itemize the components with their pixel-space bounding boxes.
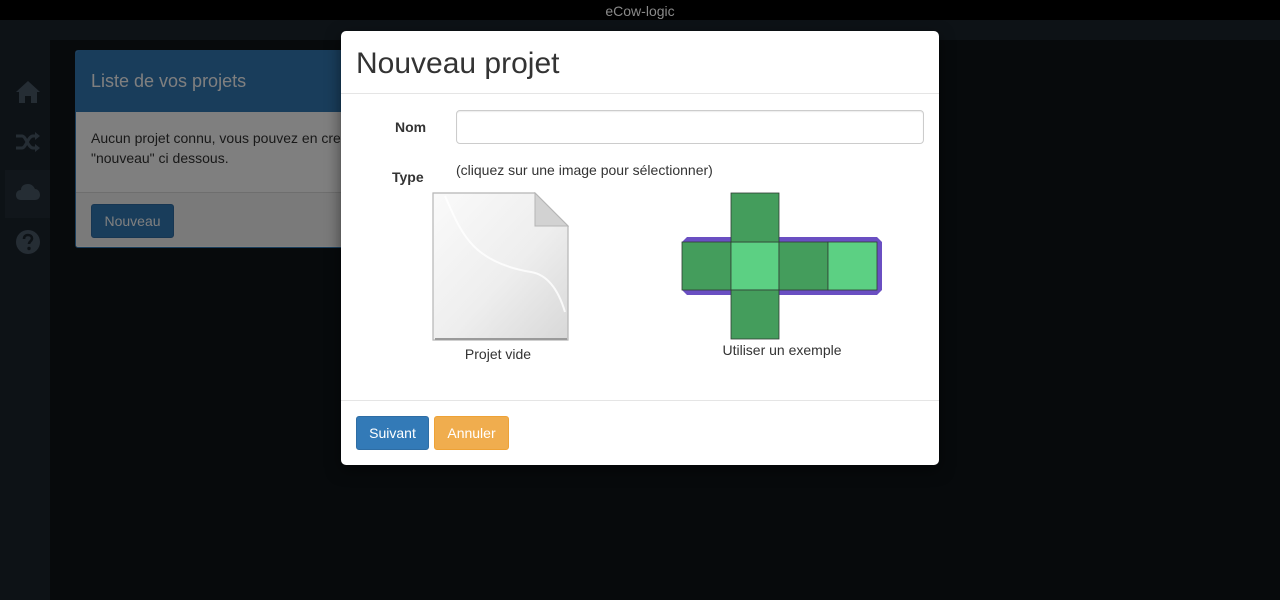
empty-project-choice[interactable]: [431, 191, 570, 347]
example-project-caption: Utiliser un exemple: [722, 342, 842, 358]
blank-document-icon: [431, 191, 570, 346]
modal-title: Nouveau projet: [356, 47, 560, 80]
modal-footer: Suivant Annuler: [341, 400, 939, 465]
type-label: Type: [392, 169, 424, 185]
type-hint: (cliquez sur une image pour sélectionner…: [456, 162, 713, 178]
new-project-dialog: Nouveau projet Nom Type (cliquez sur une…: [341, 31, 939, 465]
next-button[interactable]: Suivant: [356, 416, 429, 450]
window-title: eCow-logic: [0, 0, 1280, 20]
example-project-choice[interactable]: [681, 192, 883, 345]
cancel-button[interactable]: Annuler: [434, 416, 509, 450]
modal-header: Nouveau projet: [341, 31, 939, 94]
name-label: Nom: [395, 119, 427, 135]
name-input[interactable]: [456, 110, 924, 144]
empty-project-caption: Projet vide: [464, 346, 532, 362]
